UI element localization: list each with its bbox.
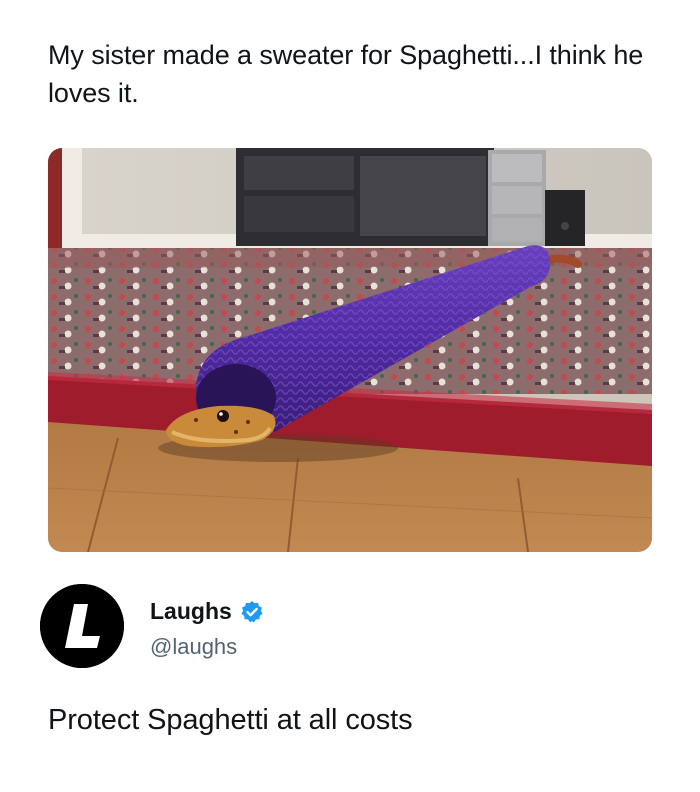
- quote-author-row: Laughs @laughs: [40, 584, 660, 668]
- display-name-container[interactable]: Laughs: [150, 598, 264, 625]
- avatar[interactable]: [40, 584, 124, 668]
- tweet-text: My sister made a sweater for Spaghetti..…: [48, 40, 644, 108]
- display-name[interactable]: Laughs: [150, 598, 232, 625]
- quote-text: Protect Spaghetti at all costs: [48, 704, 413, 736]
- snake-sweater-photo: [48, 148, 652, 552]
- tweet-media-image[interactable]: [48, 148, 652, 552]
- verified-badge-icon: [240, 600, 264, 624]
- handle[interactable]: @laughs: [150, 634, 237, 660]
- laughs-logo-icon: [40, 584, 124, 668]
